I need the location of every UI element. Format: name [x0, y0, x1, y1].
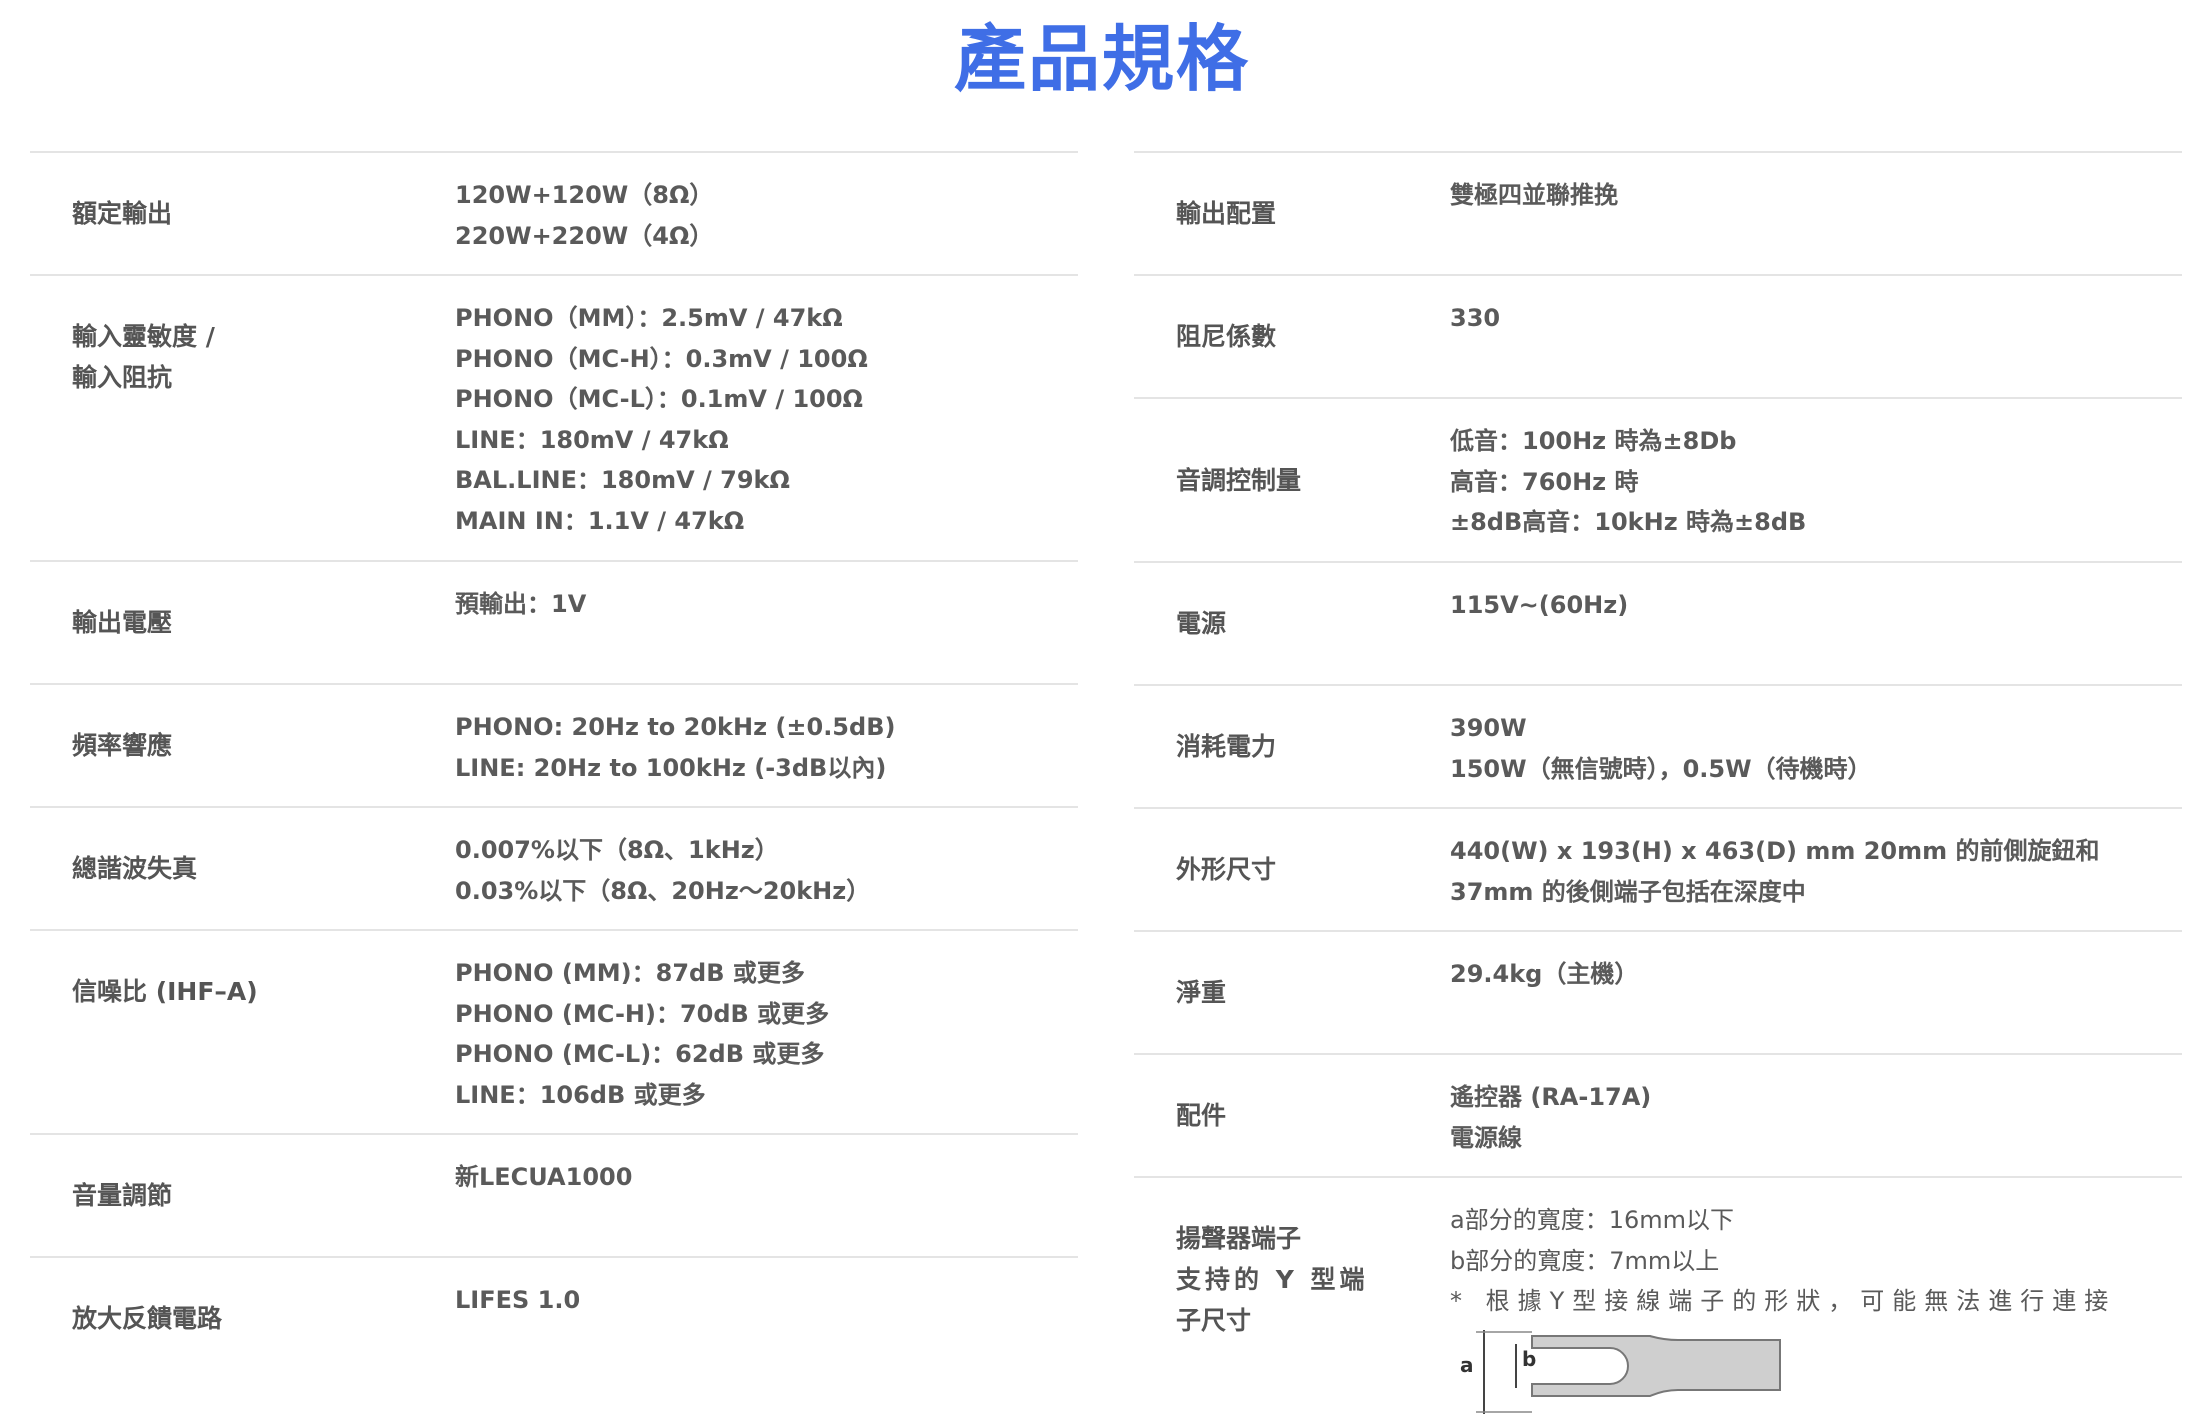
spec-row-input-sensitivity: 輸入靈敏度 / 輸入阻抗 PHONO（MM）：2.5mV / 47kΩ PHON… — [30, 274, 1078, 560]
spec-row-volume-control: 音量調節 新LECUA1000 — [30, 1133, 1078, 1256]
spec-row-tone-control: 音調控制量 低音：100Hz 時為±8Db 高音：760Hz 時 ±8dB高音：… — [1134, 397, 2182, 561]
spec-row-accessories: 配件 遙控器 (RA-17A) 電源線 — [1134, 1053, 2182, 1176]
dimension-a-label: a — [1460, 1353, 1474, 1377]
spec-label: 放大反饋電路 — [72, 1304, 223, 1333]
spec-label: 音調控制量 — [1176, 465, 1302, 495]
spec-value: PHONO（MM）：2.5mV / 47kΩ PHONO（MC-H）：0.3mV… — [455, 304, 868, 535]
spec-label: 消耗電力 — [1176, 732, 1277, 761]
page-title: 產品規格 — [953, 17, 1250, 101]
spec-value: 低音：100Hz 時為±8Db 高音：760Hz 時 ±8dB高音：10kHz … — [1450, 427, 1807, 536]
y-terminal-diagram: a b — [1460, 1329, 1781, 1414]
spec-value: 29.4kg（主機） — [1450, 960, 1639, 988]
spec-value: PHONO: 20Hz to 20kHz (±0.5dB) LINE: 20Hz… — [455, 713, 896, 782]
spec-value: 390W 150W（無信號時），0.5W（待機時） — [1450, 714, 1872, 783]
spec-value: 0.007%以下（8Ω、1kHz） 0.03%以下（8Ω、20Hz～20kHz） — [455, 836, 871, 905]
spec-value: 雙極四並聯推挽 — [1450, 181, 1618, 209]
spec-value: 115V~(60Hz) — [1450, 591, 1629, 619]
spec-row-frequency-response: 頻率響應 PHONO: 20Hz to 20kHz (±0.5dB) LINE:… — [30, 683, 1078, 806]
spec-row-output-config: 輸出配置 雙極四並聯推挽 — [1134, 151, 2182, 274]
spec-label: 輸出配置 — [1176, 199, 1277, 228]
spec-label: 總諧波失真 — [72, 854, 198, 883]
spec-label: 頻率響應 — [72, 731, 173, 760]
y-terminal-shape — [1531, 1334, 1781, 1397]
spec-value: LIFES 1.0 — [455, 1286, 581, 1314]
spec-row-weight: 淨重 29.4kg（主機） — [1134, 930, 2182, 1053]
spec-value: 120W+120W（8Ω） 220W+220W（4Ω） — [455, 181, 714, 250]
spec-row-damping-factor: 阻尼係數 330 — [1134, 274, 2182, 397]
spec-row-power-supply: 電源 115V~(60Hz) — [1134, 561, 2182, 684]
spec-label: 配件 — [1176, 1101, 1227, 1130]
spec-row-output-voltage: 輸出電壓 預輸出：1V — [30, 560, 1078, 683]
spec-label: 阻尼係數 — [1176, 322, 1277, 351]
spec-value: 330 — [1450, 304, 1501, 332]
spec-label: 音量調節 — [72, 1181, 173, 1210]
spec-page: 產品規格 額定輸出 120W+120W（8Ω） 220W+220W（4Ω） 輸入… — [0, 0, 2204, 1424]
spec-row-rated-output: 額定輸出 120W+120W（8Ω） 220W+220W（4Ω） — [30, 151, 1078, 274]
spec-column-right: 輸出配置 雙極四並聯推挽 阻尼係數 330 音調控制量 低音：100Hz 時為±… — [1134, 151, 2182, 1426]
spec-label: 信噪比 (IHF–A) — [72, 977, 258, 1006]
spec-row-speaker-terminal: 揚聲器端子 支持的 Y 型端 子尺寸 a部分的寬度：16mm以下 b部分的寬度：… — [1134, 1176, 2182, 1426]
spec-label: 外形尺寸 — [1176, 855, 1277, 884]
spec-label: 電源 — [1176, 609, 1227, 638]
spec-value: 440(W) x 193(H) x 463(D) mm 20mm 的前側旋鈕和3… — [1450, 837, 2100, 906]
spec-label: 淨重 — [1176, 978, 1227, 1007]
spec-label: 額定輸出 — [72, 199, 173, 228]
spec-row-dimensions: 外形尺寸 440(W) x 193(H) x 463(D) mm 20mm 的前… — [1134, 807, 2182, 930]
spec-column-left: 額定輸出 120W+120W（8Ω） 220W+220W（4Ω） 輸入靈敏度 /… — [30, 151, 1078, 1379]
spec-label: 輸入靈敏度 / 輸入阻抗 — [72, 322, 215, 392]
spec-row-thd: 總諧波失真 0.007%以下（8Ω、1kHz） 0.03%以下（8Ω、20Hz～… — [30, 806, 1078, 929]
spec-value: 遙控器 (RA-17A) 電源線 — [1450, 1083, 1652, 1152]
spec-label: 輸出電壓 — [72, 608, 173, 637]
spec-value: 預輸出：1V — [455, 590, 587, 618]
spec-row-snr: 信噪比 (IHF–A) PHONO (MM)：87dB 或更多 PHONO (M… — [30, 929, 1078, 1133]
spec-row-power-consumption: 消耗電力 390W 150W（無信號時），0.5W（待機時） — [1134, 684, 2182, 807]
dimension-b-label: b — [1522, 1347, 1536, 1371]
spec-value: PHONO (MM)：87dB 或更多 PHONO (MC-H)：70dB 或更… — [455, 959, 830, 1109]
spec-value: 新LECUA1000 — [455, 1163, 633, 1191]
spec-value: a部分的寬度：16mm以下 b部分的寬度：7mm以上 * 根據Y型接線端子的形狀… — [1450, 1200, 2172, 1416]
spec-label: 揚聲器端子 支持的 Y 型端 子尺寸 — [1176, 1224, 1369, 1335]
spec-row-feedback-circuit: 放大反饋電路 LIFES 1.0 — [30, 1256, 1078, 1379]
